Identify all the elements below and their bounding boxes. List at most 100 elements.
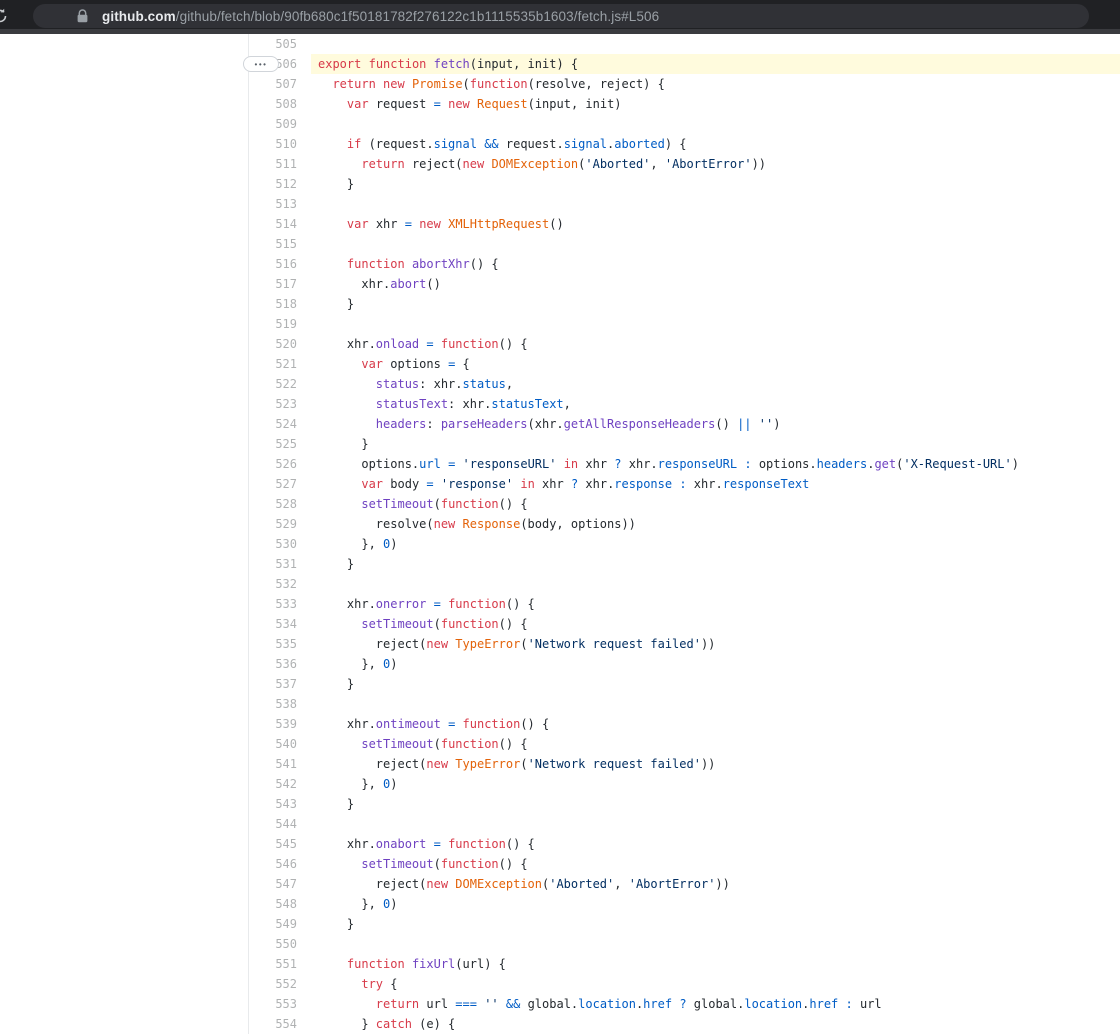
code-line-row: 530 }, 0)	[249, 534, 1120, 554]
code-line-row: 551 function fixUrl(url) {	[249, 954, 1120, 974]
code-line: var xhr = new XMLHttpRequest()	[311, 214, 1120, 234]
code-line-row: 533 xhr.onerror = function() {	[249, 594, 1120, 614]
line-number[interactable]: 546	[249, 854, 311, 874]
line-number[interactable]: 541	[249, 754, 311, 774]
line-number[interactable]: 522	[249, 374, 311, 394]
code-line: xhr.ontimeout = function() {	[311, 714, 1120, 734]
code-line-row: 510 if (request.signal && request.signal…	[249, 134, 1120, 154]
code-line: setTimeout(function() {	[311, 614, 1120, 634]
code-line	[311, 574, 1120, 594]
line-number[interactable]: 523	[249, 394, 311, 414]
code-line-row: 532	[249, 574, 1120, 594]
line-number[interactable]: 551	[249, 954, 311, 974]
line-number[interactable]: 505	[249, 34, 311, 54]
code-line: reject(new TypeError('Network request fa…	[311, 754, 1120, 774]
line-number[interactable]: 539	[249, 714, 311, 734]
line-number[interactable]: 530	[249, 534, 311, 554]
line-number[interactable]: 517	[249, 274, 311, 294]
line-number[interactable]: 536	[249, 654, 311, 674]
line-number[interactable]: 510	[249, 134, 311, 154]
code-line-row: •••506export function fetch(input, init)…	[249, 54, 1120, 74]
code-line: setTimeout(function() {	[311, 734, 1120, 754]
line-number[interactable]: 524	[249, 414, 311, 434]
line-number[interactable]: 515	[249, 234, 311, 254]
code-line: }	[311, 434, 1120, 454]
line-number[interactable]: 544	[249, 814, 311, 834]
code-line-row: 514 var xhr = new XMLHttpRequest()	[249, 214, 1120, 234]
line-number[interactable]: 529	[249, 514, 311, 534]
code-line: export function fetch(input, init) {	[311, 54, 1120, 74]
reload-icon[interactable]	[0, 7, 9, 25]
line-number[interactable]: 525	[249, 434, 311, 454]
line-number[interactable]: 516	[249, 254, 311, 274]
line-number[interactable]: 537	[249, 674, 311, 694]
line-number[interactable]: 534	[249, 614, 311, 634]
line-number[interactable]: 549	[249, 914, 311, 934]
code-line: options.url = 'responseURL' in xhr ? xhr…	[311, 454, 1120, 474]
line-number[interactable]: 554	[249, 1014, 311, 1034]
line-number[interactable]: 526	[249, 454, 311, 474]
code-blob: 505•••506export function fetch(input, in…	[248, 34, 1120, 1034]
line-number[interactable]: 509	[249, 114, 311, 134]
code-line: xhr.onabort = function() {	[311, 834, 1120, 854]
code-line-row: 508 var request = new Request(input, ini…	[249, 94, 1120, 114]
code-line: var body = 'response' in xhr ? xhr.respo…	[311, 474, 1120, 494]
line-number[interactable]: 512	[249, 174, 311, 194]
code-line: function fixUrl(url) {	[311, 954, 1120, 974]
line-number[interactable]: 552	[249, 974, 311, 994]
line-number[interactable]: 511	[249, 154, 311, 174]
code-line-row: 513	[249, 194, 1120, 214]
code-line-row: 526 options.url = 'responseURL' in xhr ?…	[249, 454, 1120, 474]
url-host: github.com	[102, 9, 176, 24]
line-number[interactable]: 514	[249, 214, 311, 234]
code-line-row: 537 }	[249, 674, 1120, 694]
line-number[interactable]: 531	[249, 554, 311, 574]
code-line	[311, 814, 1120, 834]
code-line-row: 522 status: xhr.status,	[249, 374, 1120, 394]
line-number[interactable]: 520	[249, 334, 311, 354]
code-line: return url === '' && global.location.hre…	[311, 994, 1120, 1014]
line-number[interactable]: 535	[249, 634, 311, 654]
line-number[interactable]: 532	[249, 574, 311, 594]
line-number[interactable]: 550	[249, 934, 311, 954]
line-number[interactable]: 543	[249, 794, 311, 814]
code-line: reject(new TypeError('Network request fa…	[311, 634, 1120, 654]
code-line: var request = new Request(input, init)	[311, 94, 1120, 114]
line-number[interactable]: 508	[249, 94, 311, 114]
line-number[interactable]: 542	[249, 774, 311, 794]
code-line: setTimeout(function() {	[311, 494, 1120, 514]
line-number[interactable]: 507	[249, 74, 311, 94]
code-line: }	[311, 294, 1120, 314]
expand-code-button[interactable]: •••	[243, 56, 279, 72]
code-line: if (request.signal && request.signal.abo…	[311, 134, 1120, 154]
code-line: }, 0)	[311, 654, 1120, 674]
line-number[interactable]: 527	[249, 474, 311, 494]
code-line: }	[311, 174, 1120, 194]
line-number[interactable]: 553	[249, 994, 311, 1014]
code-line: }, 0)	[311, 534, 1120, 554]
code-line-row: 543 }	[249, 794, 1120, 814]
code-line	[311, 34, 1120, 54]
code-line-row: 523 statusText: xhr.statusText,	[249, 394, 1120, 414]
line-number[interactable]: 547	[249, 874, 311, 894]
line-number[interactable]: 545	[249, 834, 311, 854]
code-line: var options = {	[311, 354, 1120, 374]
code-line-row: 538	[249, 694, 1120, 714]
code-line-row: 507 return new Promise(function(resolve,…	[249, 74, 1120, 94]
line-number[interactable]: 538	[249, 694, 311, 714]
url-bar[interactable]: github.com/github/fetch/blob/90fb680c1f5…	[33, 4, 1089, 28]
line-number[interactable]: 519	[249, 314, 311, 334]
code-line-row: 505	[249, 34, 1120, 54]
line-number[interactable]: 540	[249, 734, 311, 754]
line-number[interactable]: 518	[249, 294, 311, 314]
line-number[interactable]: 533	[249, 594, 311, 614]
code-line	[311, 694, 1120, 714]
line-number[interactable]: 548	[249, 894, 311, 914]
code-line: try {	[311, 974, 1120, 994]
line-number[interactable]: 528	[249, 494, 311, 514]
code-line	[311, 114, 1120, 134]
code-line-row: 519	[249, 314, 1120, 334]
line-number[interactable]: 521	[249, 354, 311, 374]
url-path: /github/fetch/blob/90fb680c1f50181782f27…	[176, 9, 659, 24]
line-number[interactable]: 513	[249, 194, 311, 214]
